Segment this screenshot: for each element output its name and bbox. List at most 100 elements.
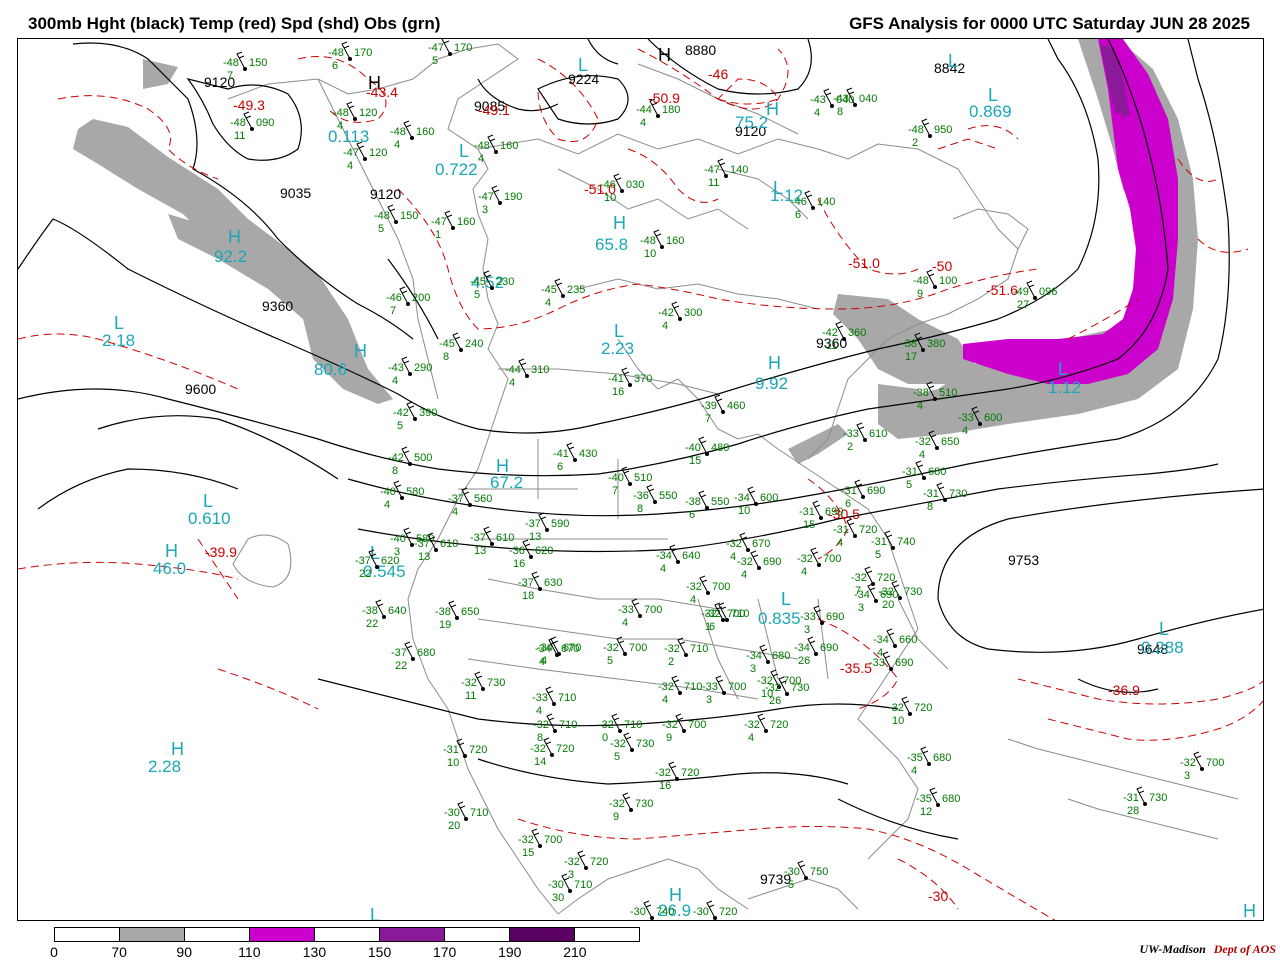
obs-temperature: -32 — [662, 719, 678, 731]
obs-dewpoint-depression: 6 — [332, 60, 338, 72]
obs-height: 710 — [684, 681, 702, 693]
obs-dewpoint-depression: 6 — [689, 509, 695, 521]
obs-height: 300 — [684, 307, 702, 319]
obs-dewpoint-depression: 20 — [448, 820, 460, 832]
center-value-label: 75.2 — [735, 113, 768, 132]
credit-org: UW-Madison — [1139, 942, 1206, 956]
temperature-label: -51.0 — [848, 255, 880, 271]
obs-height: 660 — [899, 634, 917, 646]
obs-dewpoint-depression: 3 — [858, 602, 864, 614]
obs-temperature: -32 — [609, 798, 625, 810]
obs-dewpoint-depression: 0 — [602, 732, 608, 744]
obs-temperature: -44 — [505, 364, 521, 376]
obs-height: 730 — [636, 738, 654, 750]
obs-dewpoint-depression: 3 — [706, 694, 712, 706]
obs-temperature: -48 — [328, 47, 344, 59]
obs-temperature: -34 — [734, 492, 750, 504]
obs-height: 700 — [712, 581, 730, 593]
obs-temperature: -32 — [655, 767, 671, 779]
obs-height: 040 — [859, 93, 877, 105]
obs-height: 510 — [939, 387, 957, 399]
obs-dewpoint-depression: 15 — [803, 519, 815, 531]
obs-temperature: -31 — [833, 524, 849, 536]
high-center-letter: H — [658, 45, 671, 65]
obs-temperature: -46 — [600, 179, 616, 191]
obs-dewpoint-depression: 11 — [234, 130, 245, 142]
obs-temperature: -48 — [374, 210, 390, 222]
obs-dewpoint-depression: 4 — [394, 139, 400, 151]
obs-dewpoint-depression: 9 — [917, 288, 923, 300]
obs-dewpoint-depression: 18 — [522, 590, 534, 602]
obs-temperature: -40 — [608, 472, 624, 484]
obs-dewpoint-depression: 5 — [607, 655, 613, 667]
obs-dewpoint-depression: 7 — [227, 70, 233, 82]
low-center-letter: L — [370, 543, 380, 563]
obs-height: 620 — [381, 555, 399, 567]
obs-height: 640 — [388, 605, 406, 617]
obs-temperature: -46 — [791, 196, 807, 208]
center-value-label: 67.2 — [490, 473, 523, 492]
obs-height: 690 — [895, 657, 913, 669]
obs-height: 690 — [825, 506, 843, 518]
obs-dewpoint-depression: 4 — [837, 537, 843, 549]
obs-dewpoint-depression: 3 — [750, 663, 756, 675]
obs-temperature: -34 — [873, 634, 889, 646]
obs-dewpoint-depression: 16 — [513, 558, 525, 570]
high-center-letter: H — [228, 227, 241, 247]
obs-dewpoint-depression: 10 — [447, 757, 459, 769]
obs-dewpoint-depression: 9 — [613, 811, 619, 823]
obs-temperature: -34 — [746, 650, 762, 662]
obs-height: 550 — [711, 496, 729, 508]
obs-temperature: -32 — [701, 608, 717, 620]
obs-temperature: -37 — [414, 538, 430, 550]
height-label: 8880 — [685, 42, 716, 58]
obs-temperature: -33 — [702, 681, 718, 693]
temperature-label: -49.3 — [233, 97, 265, 113]
obs-temperature: -46 — [386, 292, 402, 304]
obs-dewpoint-depression: 15 — [522, 847, 534, 859]
obs-height: 190 — [504, 191, 522, 203]
obs-dewpoint-depression: 5 — [788, 879, 794, 891]
obs-height: 740 — [656, 906, 674, 918]
obs-dewpoint-depression: 3 — [804, 624, 810, 636]
obs-dewpoint-depression: 11 — [708, 177, 719, 189]
obs-temperature: -31 — [1123, 792, 1139, 804]
legend-swatch — [445, 928, 510, 941]
obs-dewpoint-depression: 6 — [845, 498, 851, 510]
temperature-label: -36.9 — [1108, 682, 1140, 698]
obs-dewpoint-depression: 1 — [435, 229, 441, 241]
obs-dewpoint-depression: 8 — [637, 503, 643, 515]
legend-tick-label: 170 — [432, 944, 457, 960]
obs-height: 650 — [461, 606, 479, 618]
obs-dewpoint-depression: 4 — [917, 400, 923, 412]
obs-temperature: -33 — [958, 412, 974, 424]
obs-temperature: -30 — [784, 866, 800, 878]
obs-temperature: -34 — [656, 550, 672, 562]
center-value-label: 0.869 — [969, 102, 1012, 121]
obs-temperature: -42 — [393, 407, 409, 419]
obs-height: 720 — [770, 719, 788, 731]
obs-dewpoint-depression: 5 — [397, 420, 403, 432]
obs-temperature: -47 — [704, 164, 720, 176]
obs-temperature: -42 — [658, 307, 674, 319]
obs-height: 096 — [1039, 286, 1057, 298]
center-value-label: 0.113 — [328, 127, 369, 146]
obs-height: 460 — [727, 400, 745, 412]
obs-temperature: -31 — [871, 536, 887, 548]
obs-temperature: -32 — [518, 834, 534, 846]
obs-temperature: -43 — [388, 362, 404, 374]
low-center-letter: L — [948, 51, 958, 71]
legend-swatch — [575, 928, 639, 941]
obs-height: 640 — [682, 550, 700, 562]
obs-dewpoint-depression: 5 — [378, 223, 384, 235]
obs-temperature: -32 — [686, 581, 702, 593]
obs-temperature: -48 — [908, 124, 924, 136]
center-value-label: 46.0 — [153, 559, 186, 578]
obs-temperature: -32 — [915, 436, 931, 448]
obs-temperature: -48 — [640, 235, 656, 247]
obs-dewpoint-depression: 6 — [795, 209, 801, 221]
obs-temperature: -37 — [391, 647, 407, 659]
obs-height: 600 — [760, 492, 778, 504]
low-center-letter: L — [578, 55, 588, 75]
center-value-label: 65.8 — [595, 235, 628, 254]
